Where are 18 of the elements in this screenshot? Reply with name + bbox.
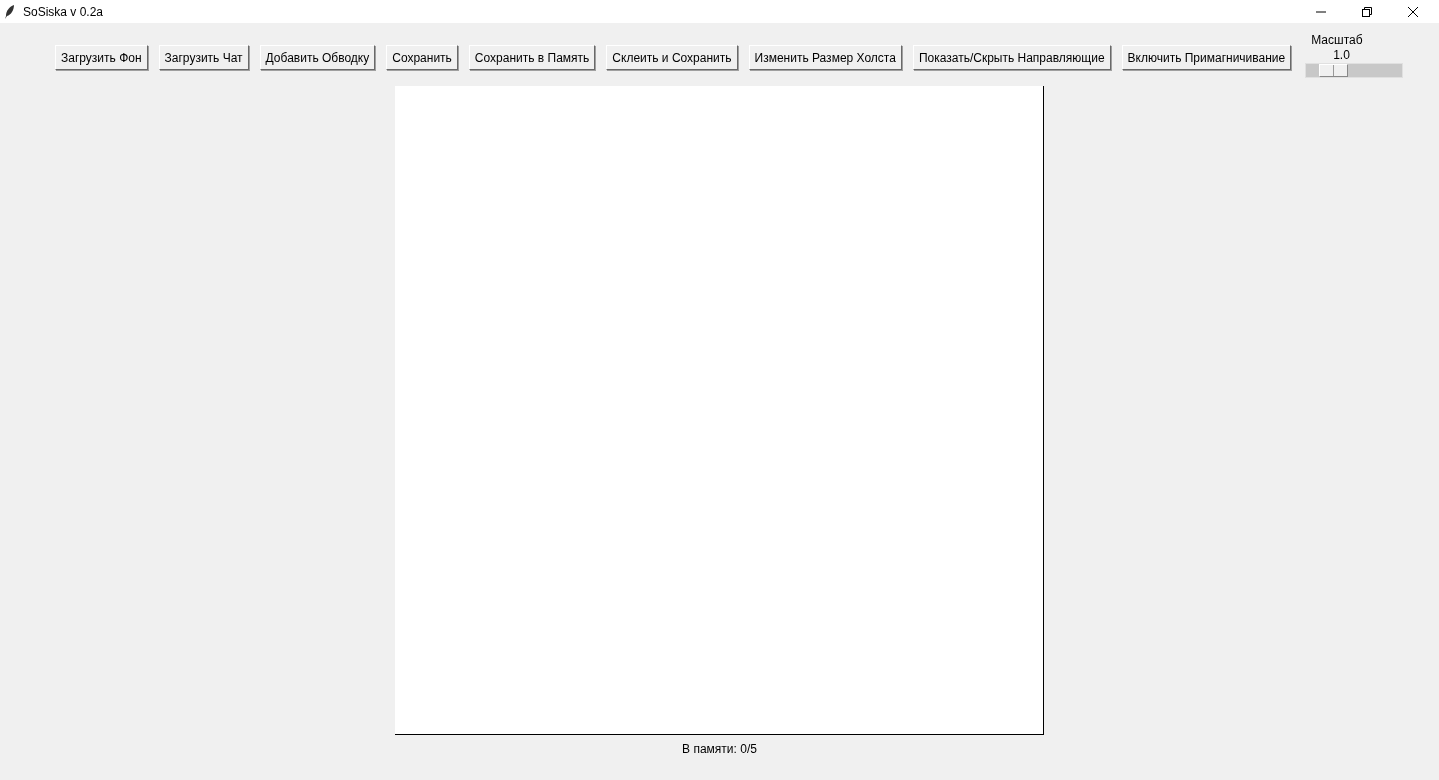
toolbar-button[interactable]: Сохранить в Память (468, 45, 596, 70)
toolbar-button[interactable]: Добавить Обводку (259, 45, 376, 70)
toolbar-button[interactable]: Загрузить Фон (55, 45, 148, 70)
toolbar-button[interactable]: Сохранить (386, 45, 458, 70)
slider-thumb[interactable] (1319, 64, 1349, 77)
close-icon[interactable] (1407, 5, 1419, 18)
toolbar-button[interactable]: Загрузить Чат (158, 45, 249, 70)
scale-label: Масштаб (1310, 33, 1364, 48)
toolbar-button[interactable]: Включить Примагничивание (1121, 45, 1292, 70)
scale-reading: 1.0 (1333, 48, 1351, 63)
scale-slider[interactable] (1305, 63, 1404, 78)
feather-icon (5, 4, 15, 19)
memory-status: В памяти: 0/5 (682, 742, 757, 756)
toolbar-button[interactable]: Показать/Скрыть Направляющие (912, 45, 1111, 70)
toolbar-button[interactable]: Склеить и Сохранить (606, 45, 738, 70)
restore-icon[interactable] (1361, 5, 1373, 18)
toolbar-button[interactable]: Изменить Размер Холста (748, 45, 902, 70)
window-title: SoSiska v 0.2a (23, 4, 104, 19)
